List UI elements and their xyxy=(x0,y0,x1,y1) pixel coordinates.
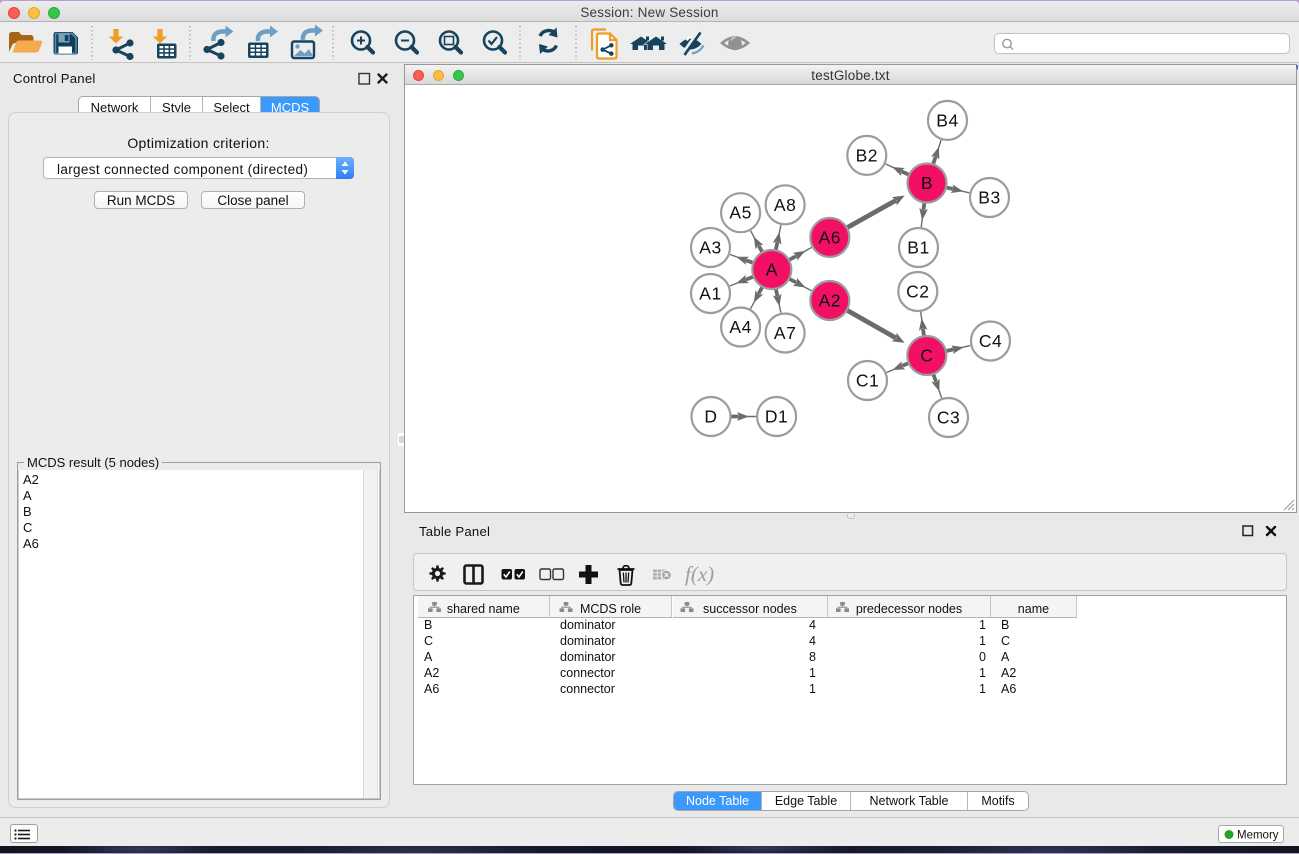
svg-text:f(x): f(x) xyxy=(685,562,714,586)
svg-text:Memory: Memory xyxy=(1237,830,1279,842)
